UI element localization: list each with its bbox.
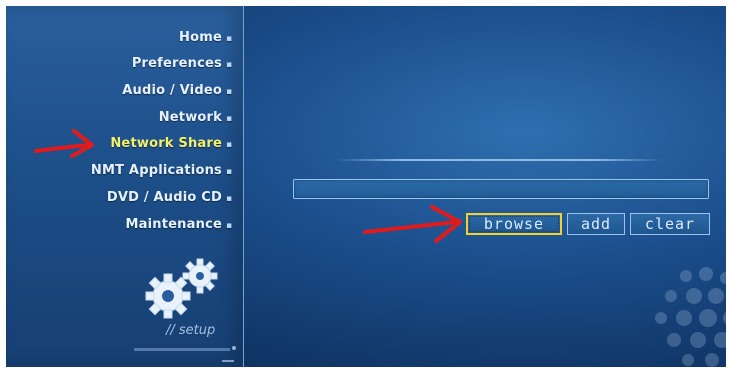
arrow-head-network-share-icon xyxy=(70,129,94,158)
annotation-arrows xyxy=(34,129,462,243)
arrow-to-browse-icon xyxy=(363,220,458,234)
